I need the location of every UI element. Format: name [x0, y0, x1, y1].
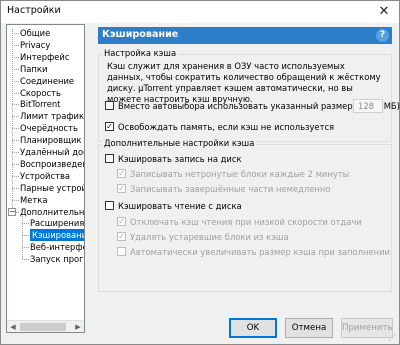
- tree-item[interactable]: Веб-интерфейс: [30, 241, 84, 253]
- settings-tree[interactable]: ◀ ▶ Общие Privacy Интерфейс Папки Соединение…: [6, 24, 85, 333]
- tree-connector: [22, 223, 29, 225]
- checkbox-box[interactable]: [117, 184, 126, 193]
- tree-item[interactable]: Очерёдность: [20, 122, 78, 134]
- ok-button[interactable]: OK: [229, 318, 277, 338]
- checkbox-box[interactable]: [117, 169, 126, 178]
- tree-item[interactable]: Соединение: [20, 75, 74, 87]
- checkbox-label: Автоматически увеличивать размер кэша пр…: [130, 247, 390, 257]
- tree-item[interactable]: Расширения интерфейса: [30, 217, 84, 229]
- free-memory-checkbox[interactable]: Освобождать память, если кэш не использу…: [105, 122, 334, 134]
- tree-item[interactable]: Privacy: [20, 39, 50, 51]
- section-title: Кэширование: [102, 29, 179, 40]
- tree-item[interactable]: Воспроизведение: [20, 158, 84, 170]
- scroll-left-icon[interactable]: ◀: [7, 321, 19, 332]
- tree-item[interactable]: BitTorrent: [20, 98, 60, 110]
- checkbox-box[interactable]: [105, 201, 114, 210]
- checkbox-box[interactable]: [105, 101, 114, 110]
- checkbox-label: Кэшировать чтение с диска: [118, 201, 242, 211]
- write-finished-checkbox[interactable]: Записывать завершённые части немедленно: [117, 184, 331, 196]
- read-auto-grow-checkbox[interactable]: Автоматически увеличивать размер кэша пр…: [117, 247, 390, 259]
- checkbox-box[interactable]: [105, 154, 114, 163]
- tree-connector: [12, 56, 19, 58]
- collapse-icon[interactable]: −: [8, 207, 16, 216]
- tree-connector: [12, 152, 19, 153]
- window-title: Настройки: [7, 5, 61, 16]
- tree-horizontal-scrollbar[interactable]: ◀ ▶: [7, 320, 84, 332]
- section-header: Кэширование ?: [98, 27, 392, 44]
- tree-item[interactable]: Запуск программ: [30, 253, 84, 265]
- tree-item[interactable]: Интерфейс: [20, 51, 69, 63]
- checkbox-label: Освобождать память, если кэш не использу…: [118, 122, 335, 132]
- checkbox-label: Записывать завершённые части немедленно: [130, 184, 331, 194]
- group-title: Дополнительные настройки кэша: [102, 138, 257, 148]
- tree-item[interactable]: Лимит трафика: [20, 110, 84, 122]
- checkbox-box[interactable]: [117, 217, 126, 226]
- tree-connector: [12, 68, 19, 70]
- tree-connector: [12, 140, 19, 142]
- settings-window: Настройки ✕ ◀ ▶ Общие Privacy Интерфейс Пап…: [0, 0, 400, 345]
- tree-item[interactable]: Метка: [20, 194, 47, 206]
- tree-connector: [22, 259, 29, 261]
- checkbox-label: Записывать нетронутые блоки каждые 2 мин…: [130, 169, 350, 179]
- tree-connector: [12, 199, 19, 201]
- tree-item[interactable]: Общие: [20, 27, 50, 39]
- tree-item[interactable]: Кэширование: [30, 229, 84, 242]
- tree-connector: [12, 187, 19, 189]
- scroll-right-icon[interactable]: ▶: [72, 321, 84, 332]
- checkbox-label: Отключать кэш чтения при низкой скорости…: [130, 217, 362, 227]
- tree-connector: [12, 44, 19, 46]
- read-disable-checkbox[interactable]: Отключать кэш чтения при низкой скорости…: [117, 217, 362, 229]
- tree-item[interactable]: Скорость: [20, 87, 61, 99]
- tree-connector: [22, 213, 23, 260]
- tree-item[interactable]: Планировщик: [20, 134, 81, 146]
- tree-item[interactable]: Дополнительно: [20, 206, 84, 218]
- tree-connector: [12, 104, 19, 106]
- write-untouched-checkbox[interactable]: Записывать нетронутые блоки каждые 2 мин…: [117, 169, 349, 181]
- tree-item[interactable]: Папки: [20, 63, 47, 75]
- title-bar: Настройки ✕: [1, 1, 399, 23]
- resize-grip-icon[interactable]: ⋰: [388, 333, 397, 342]
- tree-connector: [12, 128, 19, 130]
- tree-connector: [12, 92, 19, 94]
- tree-connector: [22, 235, 29, 237]
- checkbox-label: Кэшировать запись на диск: [118, 154, 242, 164]
- tree-connector: [12, 33, 19, 34]
- close-icon[interactable]: ✕: [369, 1, 399, 23]
- write-cache-checkbox[interactable]: Кэшировать запись на диск: [105, 154, 242, 166]
- tree-connector: [22, 247, 29, 249]
- tree-item[interactable]: Устройства: [20, 170, 70, 182]
- checkbox-label: Удалять устаревшие блоки из кэша: [130, 232, 289, 242]
- cache-size-input[interactable]: 128: [353, 99, 383, 113]
- group-title: Настройка кэша: [102, 48, 179, 58]
- checkbox-box[interactable]: [117, 232, 126, 241]
- tree-connector: [12, 116, 19, 118]
- tree-connector: [12, 80, 19, 82]
- checkbox-box[interactable]: [105, 122, 114, 131]
- read-cache-checkbox[interactable]: Кэшировать чтение с диска: [105, 201, 242, 213]
- help-icon[interactable]: ?: [376, 29, 389, 42]
- tree-connector: [12, 175, 19, 177]
- tree-item[interactable]: Удалённый доступ: [20, 146, 84, 158]
- tree-connector: [12, 163, 19, 165]
- read-remove-stale-checkbox[interactable]: Удалять устаревшие блоки из кэша: [117, 232, 289, 244]
- scroll-thumb[interactable]: [20, 323, 66, 331]
- apply-button[interactable]: Применить: [341, 318, 393, 338]
- cache-description: Кэш служит для хранения в ОЗУ часто испо…: [107, 61, 381, 104]
- tree-item[interactable]: Парные устройства: [20, 182, 84, 194]
- checkbox-box[interactable]: [117, 247, 126, 256]
- cancel-button[interactable]: Отмена: [285, 318, 333, 338]
